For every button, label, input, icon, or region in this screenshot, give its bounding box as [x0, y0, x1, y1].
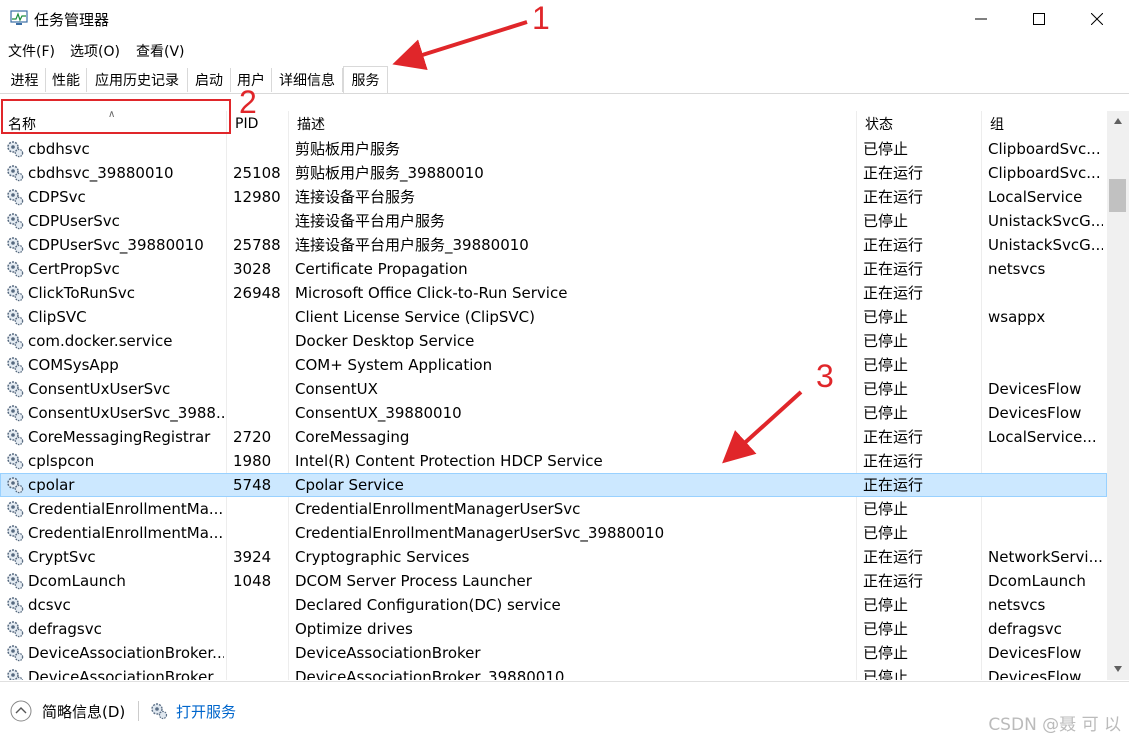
annotation-arrow-3 — [722, 390, 803, 464]
annotation-label-3: 3 — [816, 358, 834, 394]
annotation-label-2: 2 — [239, 84, 257, 120]
annotation-arrow-1 — [392, 20, 528, 71]
annotation-label-1: 1 — [532, 0, 550, 36]
annotation-box-2 — [1, 99, 231, 134]
annotation-overlay — [1, 20, 803, 464]
